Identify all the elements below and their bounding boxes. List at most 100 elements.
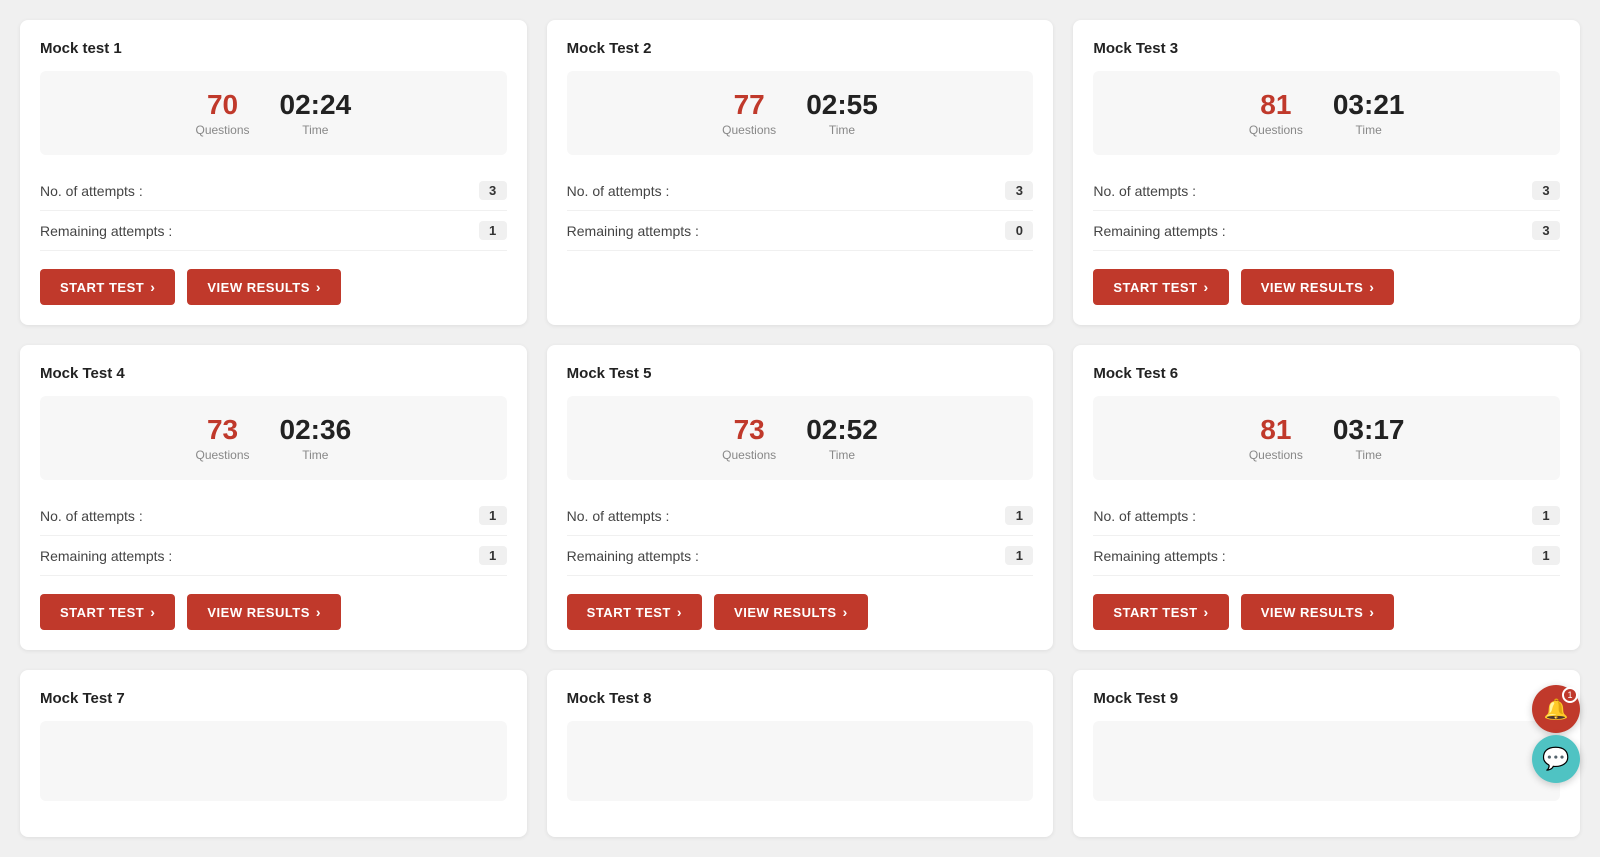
- questions-label: Questions: [1249, 448, 1303, 462]
- no-of-attempts-label: No. of attempts :: [567, 183, 670, 199]
- stats-box: 81 Questions 03:21 Time: [1093, 71, 1560, 155]
- time-stat: 02:55 Time: [806, 89, 878, 137]
- remaining-attempts-label: Remaining attempts :: [40, 548, 172, 564]
- questions-stat: 81 Questions: [1249, 414, 1303, 462]
- start-test-button[interactable]: START TEST ›: [1093, 269, 1228, 305]
- time-label: Time: [1356, 123, 1382, 137]
- questions-value: 77: [734, 89, 765, 121]
- remaining-attempts-value: 0: [1005, 221, 1033, 240]
- questions-stat: 73 Questions: [196, 414, 250, 462]
- start-chevron-icon: ›: [677, 604, 682, 620]
- view-results-button[interactable]: VIEW RESULTS ›: [187, 594, 341, 630]
- start-test-button[interactable]: START TEST ›: [567, 594, 702, 630]
- no-of-attempts-row: No. of attempts : 3: [1093, 171, 1560, 211]
- no-of-attempts-value: 1: [479, 506, 507, 525]
- start-test-button[interactable]: START TEST ›: [1093, 594, 1228, 630]
- card-mock-test-5: Mock Test 5 73 Questions 02:52 Time No. …: [547, 345, 1054, 650]
- start-chevron-icon: ›: [1204, 604, 1209, 620]
- card-title: Mock Test 4: [40, 365, 507, 382]
- chat-button[interactable]: 💬: [1532, 735, 1580, 783]
- remaining-attempts-value: 1: [1532, 546, 1560, 565]
- questions-value: 81: [1260, 414, 1291, 446]
- test-grid: Mock test 1 70 Questions 02:24 Time No. …: [20, 20, 1580, 837]
- time-label: Time: [1356, 448, 1382, 462]
- view-results-button[interactable]: VIEW RESULTS ›: [1241, 594, 1395, 630]
- time-label: Time: [829, 448, 855, 462]
- card-title: Mock Test 8: [567, 690, 1034, 707]
- time-value: 03:17: [1333, 414, 1405, 446]
- remaining-attempts-row: Remaining attempts : 1: [40, 536, 507, 576]
- no-of-attempts-label: No. of attempts :: [40, 183, 143, 199]
- remaining-attempts-row: Remaining attempts : 1: [40, 211, 507, 251]
- questions-label: Questions: [1249, 123, 1303, 137]
- time-value: 02:52: [806, 414, 878, 446]
- no-of-attempts-label: No. of attempts :: [1093, 508, 1196, 524]
- card-title: Mock Test 6: [1093, 365, 1560, 382]
- card-mock-test-9: Mock Test 9: [1073, 670, 1580, 837]
- card-mock-test-6: Mock Test 6 81 Questions 03:17 Time No. …: [1073, 345, 1580, 650]
- start-chevron-icon: ›: [150, 279, 155, 295]
- stats-box: 73 Questions 02:36 Time: [40, 396, 507, 480]
- questions-stat: 77 Questions: [722, 89, 776, 137]
- questions-value: 70: [207, 89, 238, 121]
- questions-value: 73: [207, 414, 238, 446]
- stats-box: [1093, 721, 1560, 801]
- remaining-attempts-value: 1: [479, 546, 507, 565]
- view-chevron-icon: ›: [1369, 279, 1374, 295]
- stats-box: [567, 721, 1034, 801]
- button-row: START TEST › VIEW RESULTS ›: [40, 594, 507, 630]
- button-row: START TEST › VIEW RESULTS ›: [567, 594, 1034, 630]
- button-row: START TEST › VIEW RESULTS ›: [40, 269, 507, 305]
- no-of-attempts-value: 3: [479, 181, 507, 200]
- card-title: Mock Test 7: [40, 690, 507, 707]
- button-row: START TEST › VIEW RESULTS ›: [1093, 269, 1560, 305]
- card-mock-test-3: Mock Test 3 81 Questions 03:21 Time No. …: [1073, 20, 1580, 325]
- time-stat: 02:24 Time: [280, 89, 352, 137]
- notification-button[interactable]: 🔔 1: [1532, 685, 1580, 733]
- card-mock-test-1: Mock test 1 70 Questions 02:24 Time No. …: [20, 20, 527, 325]
- card-title: Mock Test 5: [567, 365, 1034, 382]
- view-chevron-icon: ›: [1369, 604, 1374, 620]
- start-chevron-icon: ›: [150, 604, 155, 620]
- card-mock-test-8: Mock Test 8: [547, 670, 1054, 837]
- no-of-attempts-value: 1: [1532, 506, 1560, 525]
- no-of-attempts-label: No. of attempts :: [40, 508, 143, 524]
- view-results-button[interactable]: VIEW RESULTS ›: [187, 269, 341, 305]
- time-value: 02:36: [280, 414, 352, 446]
- questions-value: 81: [1260, 89, 1291, 121]
- card-title: Mock Test 2: [567, 40, 1034, 57]
- questions-stat: 73 Questions: [722, 414, 776, 462]
- questions-value: 73: [734, 414, 765, 446]
- time-value: 03:21: [1333, 89, 1405, 121]
- no-of-attempts-row: No. of attempts : 1: [40, 496, 507, 536]
- start-test-button[interactable]: START TEST ›: [40, 269, 175, 305]
- stats-box: [40, 721, 507, 801]
- remaining-attempts-value: 1: [479, 221, 507, 240]
- view-results-button[interactable]: VIEW RESULTS ›: [1241, 269, 1395, 305]
- start-test-button[interactable]: START TEST ›: [40, 594, 175, 630]
- time-value: 02:24: [280, 89, 352, 121]
- view-chevron-icon: ›: [843, 604, 848, 620]
- no-of-attempts-row: No. of attempts : 1: [567, 496, 1034, 536]
- button-row: START TEST › VIEW RESULTS ›: [1093, 594, 1560, 630]
- card-mock-test-2: Mock Test 2 77 Questions 02:55 Time No. …: [547, 20, 1054, 325]
- view-chevron-icon: ›: [316, 279, 321, 295]
- card-title: Mock Test 3: [1093, 40, 1560, 57]
- stats-box: 73 Questions 02:52 Time: [567, 396, 1034, 480]
- no-of-attempts-label: No. of attempts :: [567, 508, 670, 524]
- no-of-attempts-value: 1: [1005, 506, 1033, 525]
- view-chevron-icon: ›: [316, 604, 321, 620]
- remaining-attempts-row: Remaining attempts : 0: [567, 211, 1034, 251]
- view-results-button[interactable]: VIEW RESULTS ›: [714, 594, 868, 630]
- start-chevron-icon: ›: [1204, 279, 1209, 295]
- time-label: Time: [302, 448, 328, 462]
- no-of-attempts-row: No. of attempts : 3: [40, 171, 507, 211]
- questions-label: Questions: [722, 448, 776, 462]
- card-title: Mock Test 9: [1093, 690, 1560, 707]
- no-of-attempts-label: No. of attempts :: [1093, 183, 1196, 199]
- stats-box: 70 Questions 02:24 Time: [40, 71, 507, 155]
- remaining-attempts-value: 3: [1532, 221, 1560, 240]
- time-stat: 03:21 Time: [1333, 89, 1405, 137]
- questions-stat: 70 Questions: [196, 89, 250, 137]
- card-mock-test-4: Mock Test 4 73 Questions 02:36 Time No. …: [20, 345, 527, 650]
